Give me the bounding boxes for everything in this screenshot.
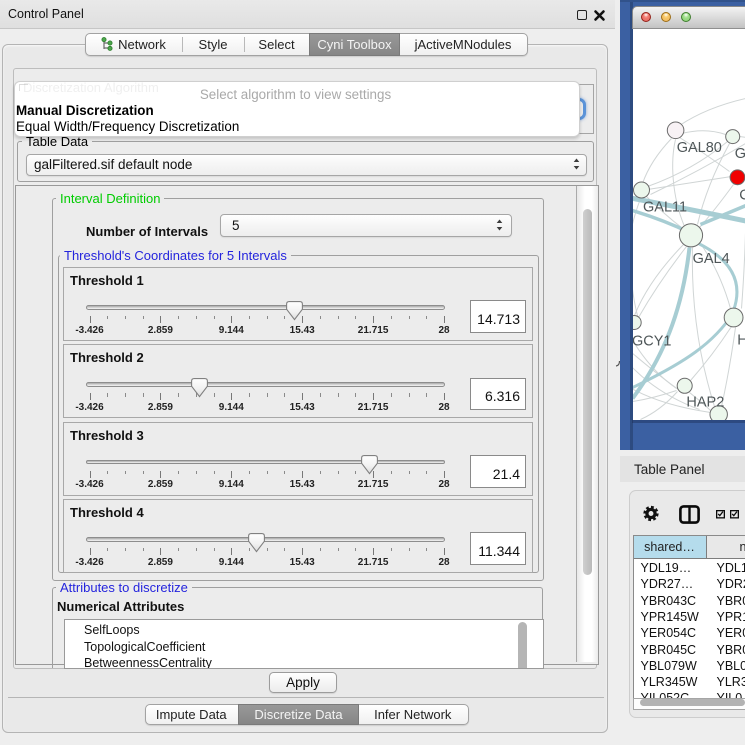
svg-text:C: C bbox=[739, 187, 745, 203]
svg-text:GAL80: GAL80 bbox=[676, 139, 721, 155]
svg-text:GAL4: GAL4 bbox=[692, 251, 729, 267]
svg-text:G.: G. bbox=[734, 145, 745, 161]
svg-text:H: H bbox=[737, 332, 745, 348]
svg-text:GAL11: GAL11 bbox=[643, 199, 687, 215]
svg-text:HAP2: HAP2 bbox=[686, 394, 724, 410]
svg-text:GCY1: GCY1 bbox=[633, 333, 672, 349]
